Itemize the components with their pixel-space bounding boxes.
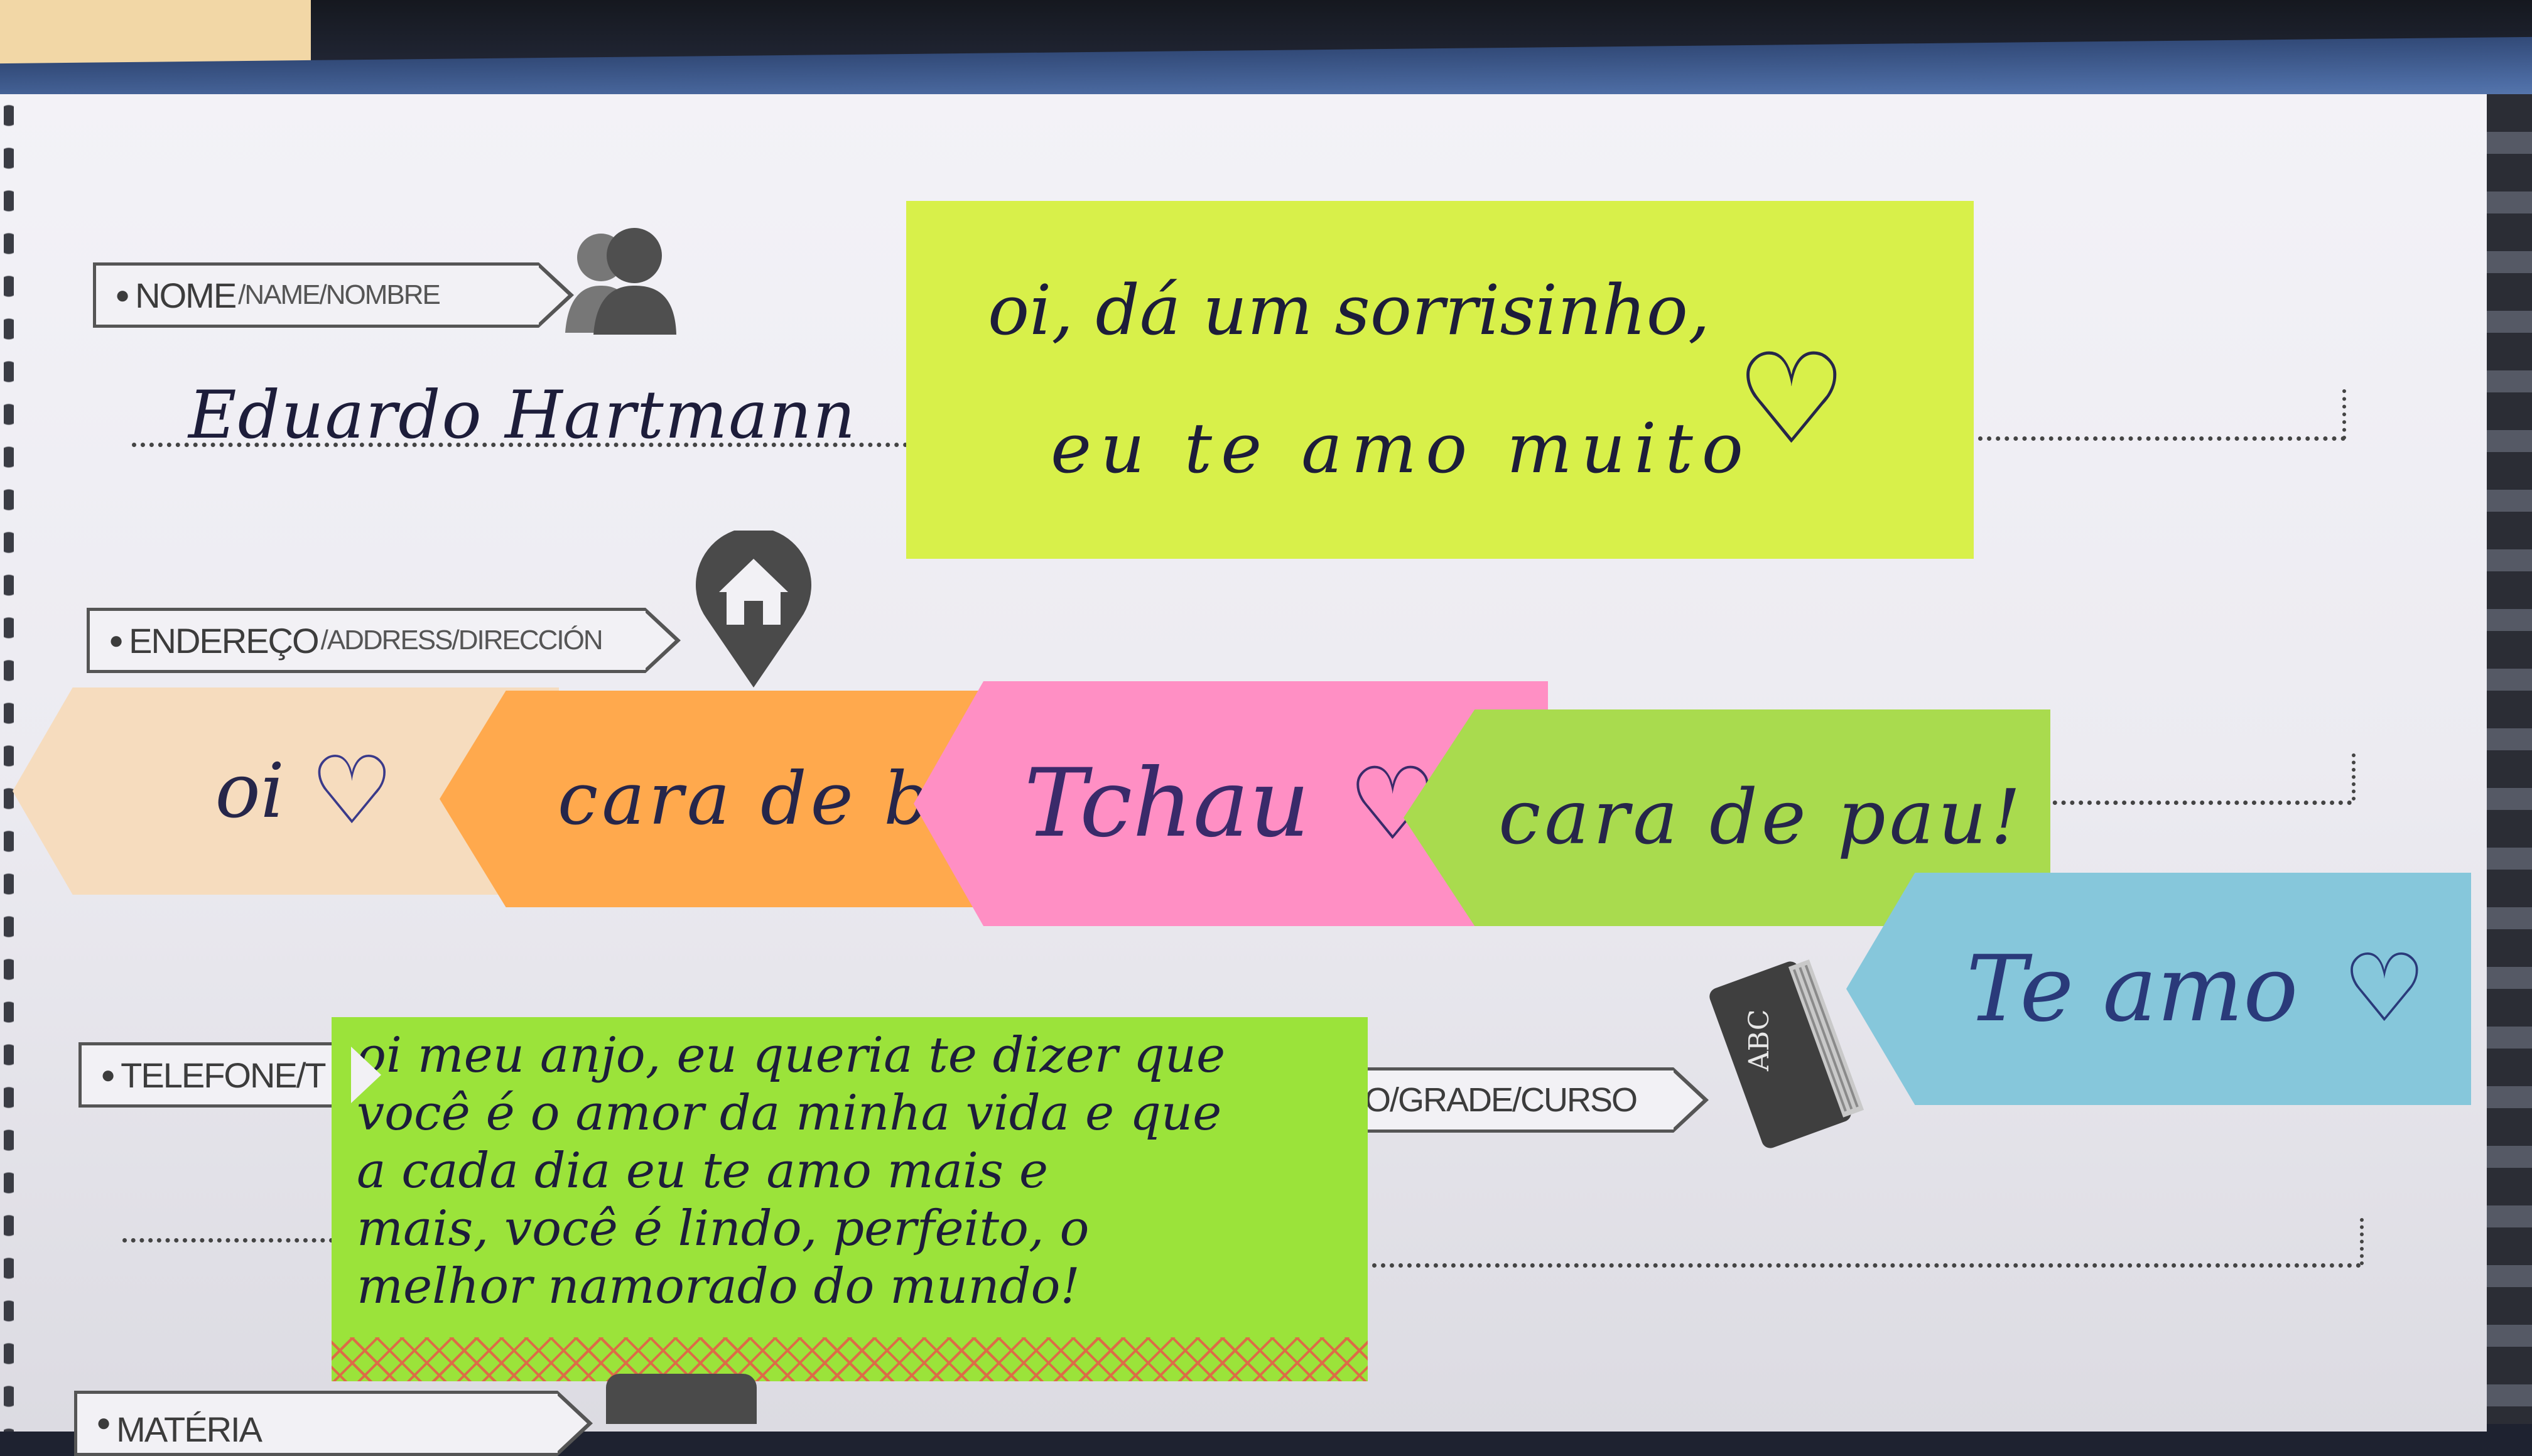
grade-label-main: O/GRADE/CURSO [1365,1081,1638,1119]
phone-line [122,1238,342,1243]
address-label-main: ENDEREÇO [129,620,319,661]
grade-line [1372,1263,2361,1268]
green-note-line4: mais, você é lindo, perfeito, o [357,1200,1090,1257]
arrow-flag-te-amo: Te amo ♡ [1846,873,2471,1105]
grade-line-end [2360,1218,2364,1265]
phone-label-main: TELEFONE/T [121,1055,326,1095]
subject-label-main: MATÉRIA [116,1410,262,1449]
green-note-line2: você é o amor da minha vida e que [357,1085,1222,1141]
name-line-end [2342,389,2346,439]
green-note-line1: oi meu anjo, eu queria te dizer que [357,1027,1226,1084]
book-icon-text: ABC [1743,1009,1775,1072]
phone-label: ● TELEFONE/T [78,1042,387,1108]
heart-icon: ♡ [310,736,394,846]
flag-oi-text: oi [215,747,285,835]
address-label: ● ENDEREÇO /ADDRESS/DIRECCIÓN [87,608,681,673]
decorative-zigzag-border [332,1337,1368,1381]
green-sticky-note: oi meu anjo, eu queria te dizer que você… [332,1017,1368,1381]
name-label-main: NOME [135,275,237,315]
grade-label: O/GRADE/CURSO [1360,1067,1709,1133]
flag-te-amo-text: Te amo [1966,936,2298,1042]
heart-icon: ♡ [2342,934,2427,1043]
house-pin-icon [696,531,811,688]
subject-label: ● MATÉRIA [74,1391,593,1456]
people-icon [565,228,676,335]
green-note-line5: melhor namorado do mundo! [357,1258,1080,1315]
handwritten-name: Eduardo Hartmann [188,377,857,453]
name-label-sub: /NAME/NOMBRE [238,279,441,310]
address-line-end [2352,753,2356,801]
address-label-sub: /ADDRESS/DIRECCIÓN [320,625,603,655]
green-note-text: oi meu anjo, eu queria te dizer que você… [357,1027,1225,1315]
spiral-binding [2487,94,2532,1424]
heart-icon: ♡ [1735,326,1848,473]
flag-cara-de-pau-text: cara de pau! [1498,774,2025,861]
name-label: ● NOME /NAME/NOMBRE [93,262,574,328]
yellow-note-line1: oi, dá um sorrisinho, [988,270,1710,350]
green-note-line3: a cada dia eu te amo mais e [357,1143,1048,1199]
name-line-right [1978,436,2345,441]
book-icon: ABC [1709,959,1864,1148]
page-perforation-left [4,94,14,1432]
calculator-icon [606,1374,757,1424]
yellow-note-line2: eu te amo muito [1051,408,1753,488]
flag-tchau-text: Tchau [1024,749,1310,858]
address-line-right [2044,801,2352,805]
yellow-sticky-note: oi, dá um sorrisinho, eu te amo muito ♡ [906,201,1974,559]
